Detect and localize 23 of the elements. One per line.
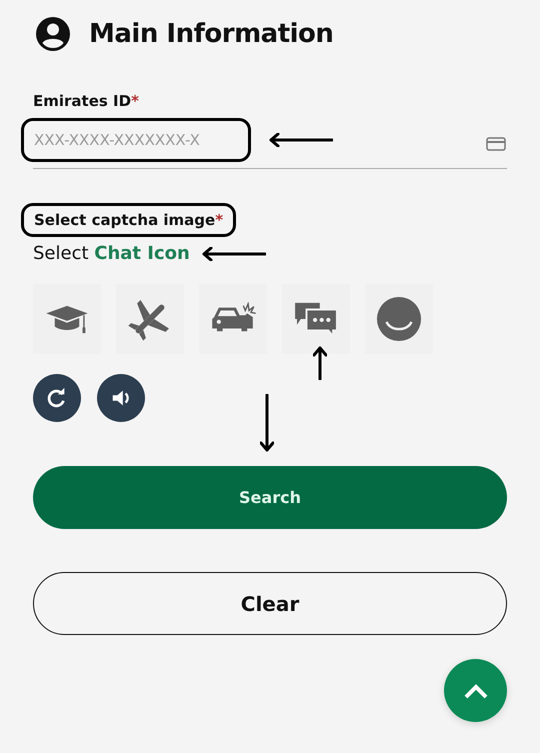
smiley-icon: [376, 296, 422, 342]
captcha-option[interactable]: [365, 284, 433, 354]
card-icon: [486, 137, 506, 151]
search-button[interactable]: Search: [33, 466, 507, 529]
refresh-button[interactable]: [33, 374, 81, 422]
clear-button[interactable]: Clear: [33, 572, 507, 635]
graduation-cap-icon: [44, 303, 90, 335]
user-avatar-icon: [35, 16, 71, 52]
captcha-option[interactable]: [116, 284, 184, 354]
captcha-prompt: Select Chat Icon: [33, 243, 190, 264]
captcha-option[interactable]: [282, 284, 350, 354]
field-label: Emirates ID*: [33, 92, 139, 110]
field-label: Select captcha image*: [21, 203, 236, 237]
annotation-arrow: [269, 133, 333, 147]
annotation-arrow: [260, 394, 274, 452]
chevron-up-icon: [464, 682, 488, 698]
section-title: Main Information: [89, 19, 334, 49]
audio-button[interactable]: [97, 374, 145, 422]
captcha-option[interactable]: [33, 284, 101, 354]
emirates-id-field[interactable]: XXX-XXXX-XXXXXXX-X: [21, 118, 251, 162]
annotation-arrow: [202, 246, 266, 260]
captcha-option[interactable]: [199, 284, 267, 354]
annotation-arrow: [313, 346, 327, 380]
